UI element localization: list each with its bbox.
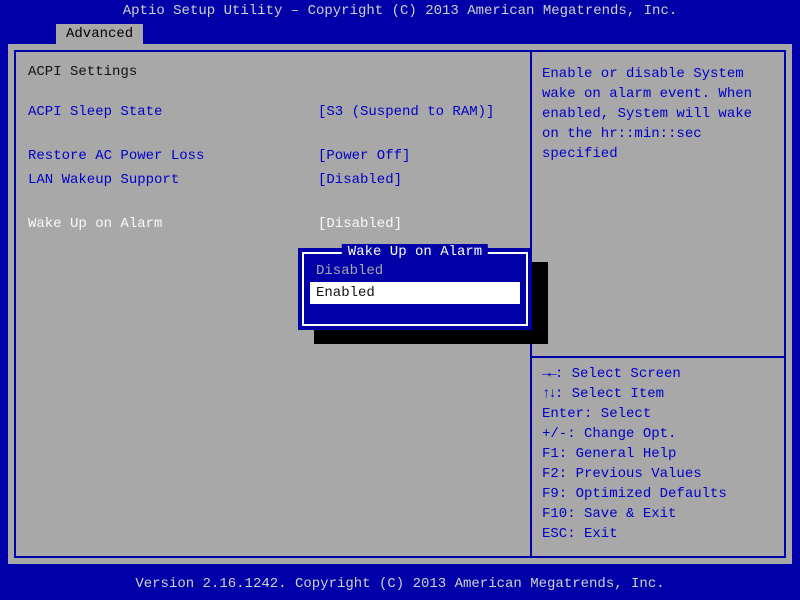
row-acpi-sleep-state[interactable]: ACPI Sleep State [S3 (Suspend to RAM)]: [28, 102, 518, 122]
help-text: Enable or disable System wake on alarm e…: [542, 64, 774, 164]
row-label: LAN Wakeup Support: [28, 170, 318, 190]
tab-advanced[interactable]: Advanced: [56, 24, 143, 44]
hint-change-opt: +/-: Change Opt.: [542, 424, 774, 444]
help-panel: Enable or disable System wake on alarm e…: [532, 52, 784, 556]
tab-row: Advanced: [56, 24, 143, 44]
row-label: ACPI Sleep State: [28, 102, 318, 122]
popup-option-disabled[interactable]: Disabled: [310, 260, 520, 282]
key-hints: : Select Screen : Select Item Enter: Sel…: [542, 358, 774, 544]
row-label: Restore AC Power Loss: [28, 146, 318, 166]
row-value: [Disabled]: [318, 214, 402, 234]
hint-select-screen: : Select Screen: [555, 366, 681, 382]
popup-wake-up-on-alarm: Wake Up on Alarm Disabled Enabled: [298, 248, 532, 330]
title-bar: Aptio Setup Utility – Copyright (C) 2013…: [0, 0, 800, 26]
arrows-up-down-icon: [542, 386, 555, 402]
hint-f1: F1: General Help: [542, 444, 774, 464]
hint-select-item: : Select Item: [555, 386, 664, 402]
row-value: [S3 (Suspend to RAM)]: [318, 102, 494, 122]
hint-enter: Enter: Select: [542, 404, 774, 424]
hint-f10: F10: Save & Exit: [542, 504, 774, 524]
row-lan-wakeup-support[interactable]: LAN Wakeup Support [Disabled]: [28, 170, 518, 190]
row-wake-up-on-alarm[interactable]: Wake Up on Alarm [Disabled]: [28, 214, 518, 234]
row-restore-ac-power-loss[interactable]: Restore AC Power Loss [Power Off]: [28, 146, 518, 166]
main-frame: ACPI Settings ACPI Sleep State [S3 (Susp…: [8, 44, 792, 564]
popup-option-enabled[interactable]: Enabled: [310, 282, 520, 304]
hint-esc: ESC: Exit: [542, 524, 774, 544]
row-value: [Disabled]: [318, 170, 402, 190]
hint-f9: F9: Optimized Defaults: [542, 484, 774, 504]
row-value: [Power Off]: [318, 146, 410, 166]
section-title: ACPI Settings: [28, 64, 518, 80]
hint-f2: F2: Previous Values: [542, 464, 774, 484]
settings-panel: ACPI Settings ACPI Sleep State [S3 (Susp…: [16, 52, 532, 556]
row-label: Wake Up on Alarm: [28, 214, 318, 234]
popup-title: Wake Up on Alarm: [342, 244, 488, 260]
arrows-left-right-icon: [542, 366, 555, 382]
footer-bar: Version 2.16.1242. Copyright (C) 2013 Am…: [0, 570, 800, 600]
